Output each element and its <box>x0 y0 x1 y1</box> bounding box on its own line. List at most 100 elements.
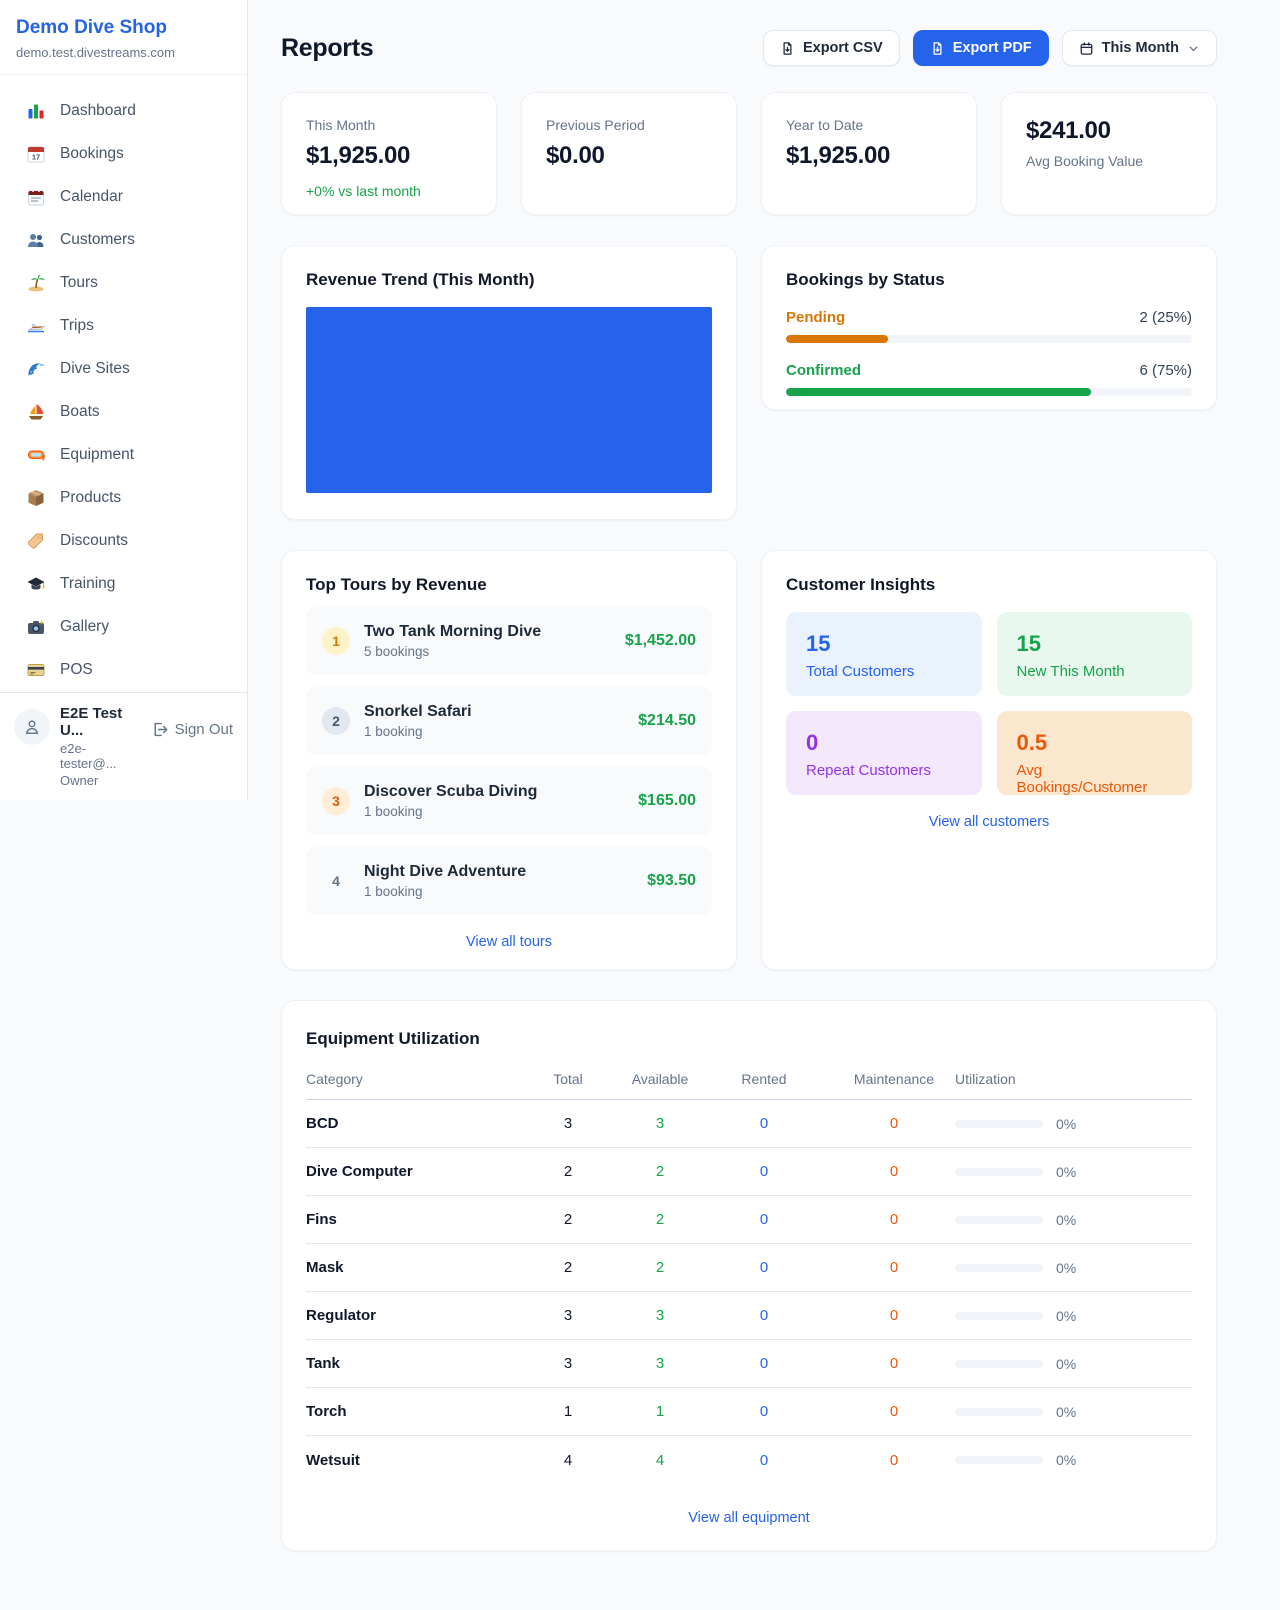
table-header-row: Category Total Available Rented Maintena… <box>306 1071 1192 1100</box>
stat-card-avg-booking-value: $241.00 Avg Booking Value <box>1001 92 1217 215</box>
cell-rented: 0 <box>695 1452 833 1469</box>
sign-out-icon <box>151 721 168 738</box>
sidebar-item-label: Bookings <box>60 145 124 163</box>
tour-rank-badge: 4 <box>322 867 350 895</box>
table-row: Regulator 3 3 0 0 0% <box>306 1292 1192 1340</box>
cell-available: 3 <box>625 1355 695 1372</box>
top-tours-list: 1 Two Tank Morning Dive 5 bookings $1,45… <box>306 607 712 915</box>
sidebar-item-products[interactable]: Products <box>12 476 235 519</box>
column-header-utilization: Utilization <box>955 1071 1192 1100</box>
cell-rented: 0 <box>695 1115 833 1132</box>
sidebar-item-tours[interactable]: Tours <box>12 261 235 304</box>
sidebar-item-calendar[interactable]: Calendar <box>12 175 235 218</box>
equipment-table: Category Total Available Rented Maintena… <box>306 1071 1192 1484</box>
tour-rank-badge: 3 <box>322 787 350 815</box>
tour-revenue: $93.50 <box>647 872 696 890</box>
sidebar-item-boats[interactable]: Boats <box>12 390 235 433</box>
utilization-percent: 0% <box>1056 1164 1076 1180</box>
status-count: 2 (25%) <box>1139 309 1192 326</box>
sidebar-item-label: Dive Sites <box>60 360 130 378</box>
cell-rented: 0 <box>695 1403 833 1420</box>
stat-card-previous-period: Previous Period $0.00 <box>521 92 737 215</box>
view-all-customers-link[interactable]: View all customers <box>786 814 1192 830</box>
view-all-tours-link[interactable]: View all tours <box>306 934 712 950</box>
utilization-percent: 0% <box>1056 1260 1076 1276</box>
sidebar: Demo Dive Shop demo.test.divestreams.com… <box>0 0 248 800</box>
cell-utilization: 0% <box>955 1212 1192 1228</box>
island-icon <box>26 273 46 293</box>
cell-available: 2 <box>625 1259 695 1276</box>
bookings-by-status-card: Bookings by Status Pending 2 (25%) Confi… <box>761 245 1217 410</box>
sidebar-nav: Dashboard 17 Bookings Calendar Customers… <box>0 75 247 692</box>
equipment-utilization-title: Equipment Utilization <box>306 1029 1192 1049</box>
revenue-trend-chart <box>306 307 712 493</box>
insight-value: 15 <box>806 631 962 657</box>
sidebar-item-customers[interactable]: Customers <box>12 218 235 261</box>
credit-card-icon <box>26 660 46 680</box>
status-bar-track <box>786 388 1192 396</box>
utilization-percent: 0% <box>1056 1356 1076 1372</box>
cell-total: 3 <box>511 1115 625 1132</box>
view-all-equipment-link[interactable]: View all equipment <box>306 1510 1192 1526</box>
cell-maintenance: 0 <box>833 1259 955 1276</box>
package-icon <box>26 488 46 508</box>
sidebar-item-label: Gallery <box>60 618 109 636</box>
insight-tile-repeat-customers: 0 Repeat Customers <box>786 711 982 795</box>
stat-value: $1,925.00 <box>786 142 952 170</box>
utilization-bar-track <box>955 1456 1043 1464</box>
customer-insights-card: Customer Insights 15 Total Customers 15 … <box>761 550 1217 970</box>
cell-utilization: 0% <box>955 1260 1192 1276</box>
sidebar-item-training[interactable]: Training <box>12 562 235 605</box>
stat-value: $0.00 <box>546 142 712 170</box>
bar-chart-icon <box>26 101 46 121</box>
sign-out-button[interactable]: Sign Out <box>151 721 233 738</box>
insight-tile-avg-bookings: 0.5 Avg Bookings/Customer <box>997 711 1193 795</box>
wave-icon <box>26 359 46 379</box>
sidebar-item-trips[interactable]: Trips <box>12 304 235 347</box>
cell-category: Mask <box>306 1259 511 1276</box>
sidebar-item-label: Boats <box>60 403 100 421</box>
tour-name: Discover Scuba Diving <box>364 783 624 801</box>
sidebar-item-gallery[interactable]: Gallery <box>12 605 235 648</box>
sidebar-item-dive-sites[interactable]: Dive Sites <box>12 347 235 390</box>
page-title: Reports <box>281 34 373 63</box>
cell-utilization: 0% <box>955 1356 1192 1372</box>
tour-bookings: 1 booking <box>364 804 624 819</box>
insight-value: 0.5 <box>1017 730 1173 756</box>
customer-insights-title: Customer Insights <box>786 575 1192 595</box>
cell-rented: 0 <box>695 1355 833 1372</box>
cell-rented: 0 <box>695 1163 833 1180</box>
shop-domain: demo.test.divestreams.com <box>16 45 231 60</box>
cell-maintenance: 0 <box>833 1355 955 1372</box>
avatar <box>14 709 50 745</box>
utilization-percent: 0% <box>1056 1452 1076 1468</box>
export-csv-button[interactable]: Export CSV <box>763 30 900 66</box>
sidebar-item-equipment[interactable]: Equipment <box>12 433 235 476</box>
table-row: Tank 3 3 0 0 0% <box>306 1340 1192 1388</box>
tour-name: Night Dive Adventure <box>364 863 633 881</box>
shop-name: Demo Dive Shop <box>16 17 231 39</box>
person-icon <box>23 718 41 736</box>
utilization-percent: 0% <box>1056 1308 1076 1324</box>
status-row-pending: Pending 2 (25%) <box>786 309 1192 343</box>
column-header-maintenance: Maintenance <box>833 1071 955 1100</box>
top-tours-title: Top Tours by Revenue <box>306 575 712 595</box>
utilization-bar-track <box>955 1264 1043 1272</box>
cell-utilization: 0% <box>955 1308 1192 1324</box>
utilization-percent: 0% <box>1056 1116 1076 1132</box>
status-row-confirmed: Confirmed 6 (75%) <box>786 362 1192 396</box>
period-dropdown[interactable]: This Month <box>1062 30 1217 66</box>
cell-category: Torch <box>306 1403 511 1420</box>
sidebar-item-label: Products <box>60 489 121 507</box>
insight-tile-new-this-month: 15 New This Month <box>997 612 1193 696</box>
sidebar-item-discounts[interactable]: Discounts <box>12 519 235 562</box>
graduation-cap-icon <box>26 574 46 594</box>
tag-icon <box>26 531 46 551</box>
sidebar-item-dashboard[interactable]: Dashboard <box>12 89 235 132</box>
sidebar-item-bookings[interactable]: 17 Bookings <box>12 132 235 175</box>
cell-utilization: 0% <box>955 1404 1192 1420</box>
sidebar-item-pos[interactable]: POS <box>12 648 235 691</box>
export-pdf-button[interactable]: Export PDF <box>913 30 1049 66</box>
tour-rank-badge: 2 <box>322 707 350 735</box>
sidebar-item-label: Equipment <box>60 446 134 464</box>
